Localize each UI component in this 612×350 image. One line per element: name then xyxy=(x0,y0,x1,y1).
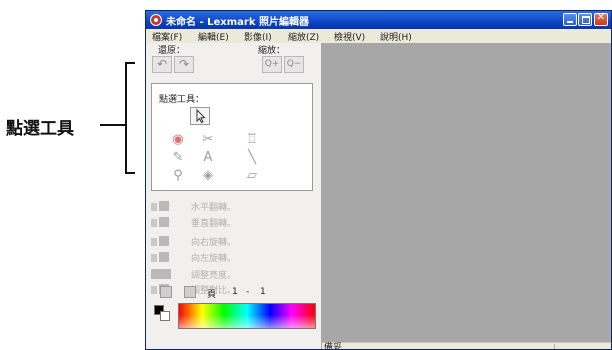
text-icon: A xyxy=(203,150,213,165)
menu-file[interactable]: 檔案(F) xyxy=(152,30,182,43)
rotate-right-option[interactable]: 向右旋轉。 xyxy=(151,234,311,248)
menu-help[interactable]: 說明(H) xyxy=(380,30,412,43)
minimize-button[interactable] xyxy=(563,13,577,26)
contrast-option[interactable]: 調整對比。 xyxy=(151,282,311,296)
option-label: 垂直翻轉。 xyxy=(191,219,237,229)
option-label: 向左旋轉。 xyxy=(191,254,237,264)
flip-horizontal-icon xyxy=(151,201,173,211)
color-palette[interactable] xyxy=(178,303,316,329)
text-tool[interactable]: A xyxy=(198,150,218,166)
close-icon: ✕ xyxy=(596,12,606,23)
line-tool[interactable]: ╲ xyxy=(242,150,262,166)
tool-panel: 還原： 縮放： ↶ ↷ Q+ Q− 點選工具： ◉ ✂ ♖ ✎ A ╲ ⚲ ◈ … xyxy=(146,43,322,349)
eyedropper-tool[interactable]: ⚲ xyxy=(168,168,188,184)
red-eye-tool[interactable]: ◉ xyxy=(168,132,188,148)
menu-image[interactable]: 影像(I) xyxy=(244,30,272,43)
menu-view[interactable]: 檢視(V) xyxy=(334,30,365,43)
callout-label: 點選工具 xyxy=(6,119,74,139)
app-icon xyxy=(150,14,162,26)
zoom-in-icon: Q+ xyxy=(264,59,280,69)
option-label: 調整亮度。 xyxy=(191,271,237,281)
page-separator: - xyxy=(246,287,250,297)
eye-icon: ◉ xyxy=(172,132,184,147)
undo-button[interactable]: ↶ xyxy=(152,56,172,73)
callout-line xyxy=(100,124,126,126)
zoom-out-button[interactable]: Q− xyxy=(284,56,304,73)
menu-bar: 檔案(F) 編輯(E) 影像(I) 縮放(Z) 檢視(V) 說明(H) xyxy=(146,29,611,44)
flip-vertical-option[interactable]: 垂直翻轉。 xyxy=(151,215,311,229)
window-title: 未命名 - Lexmark 照片編輯器 xyxy=(166,17,309,28)
rotate-left-option[interactable]: 向左旋轉。 xyxy=(151,250,311,264)
next-page-button[interactable] xyxy=(184,286,196,298)
stamp-tool[interactable]: ♖ xyxy=(242,132,262,148)
zoom-out-icon: Q− xyxy=(286,59,302,69)
option-label: 水平翻轉。 xyxy=(191,203,237,213)
stamp-icon: ♖ xyxy=(246,132,258,147)
zoom-in-button[interactable]: Q+ xyxy=(262,56,282,73)
menu-zoom[interactable]: 縮放(Z) xyxy=(288,30,319,43)
pencil-icon: ✎ xyxy=(172,150,184,165)
redo-icon: ↷ xyxy=(178,57,190,71)
pointer-tool-button[interactable] xyxy=(190,107,210,125)
page-current: 1 xyxy=(232,287,238,297)
line-icon: ╲ xyxy=(248,150,256,165)
undo-icon: ↶ xyxy=(156,57,168,71)
status-segment xyxy=(554,344,605,349)
brightness-icon xyxy=(151,269,173,279)
rotate-left-icon xyxy=(151,252,173,262)
pencil-tool[interactable]: ✎ xyxy=(168,150,188,166)
select-tools-title: 點選工具： xyxy=(159,95,205,105)
image-canvas[interactable] xyxy=(322,43,611,342)
option-label: 向右旋轉。 xyxy=(191,238,237,248)
status-bar: 備妥 xyxy=(322,342,611,350)
redo-button[interactable]: ↷ xyxy=(174,56,194,73)
flip-vertical-icon xyxy=(151,217,173,227)
fill-tool[interactable]: ◈ xyxy=(198,168,218,184)
page-label: 頁 xyxy=(207,290,217,300)
callout-bracket xyxy=(125,62,135,174)
scissors-icon: ✂ xyxy=(202,132,214,147)
eyedropper-icon: ⚲ xyxy=(173,168,183,183)
color-swatches[interactable] xyxy=(154,305,172,325)
select-tools-panel: 點選工具： ◉ ✂ ♖ ✎ A ╲ ⚲ ◈ ▱ xyxy=(151,83,313,191)
menu-edit[interactable]: 編輯(E) xyxy=(198,30,229,43)
paint-bucket-icon: ◈ xyxy=(203,168,213,183)
maximize-button[interactable] xyxy=(578,13,592,26)
background-color-swatch[interactable] xyxy=(160,311,170,321)
eraser-tool[interactable]: ▱ xyxy=(242,168,262,184)
prev-page-button[interactable] xyxy=(160,286,172,298)
brightness-option[interactable]: 調整亮度。 xyxy=(151,267,311,281)
pointer-icon xyxy=(196,108,206,124)
crop-tool[interactable]: ✂ xyxy=(198,132,218,148)
eraser-icon: ▱ xyxy=(247,168,257,183)
title-bar[interactable]: 未命名 - Lexmark 照片編輯器 ✕ xyxy=(146,11,611,29)
zoom-label: 縮放： xyxy=(258,46,286,56)
app-window: 未命名 - Lexmark 照片編輯器 ✕ 檔案(F) 編輯(E) 影像(I) … xyxy=(145,10,612,350)
page-total: 1 xyxy=(260,287,266,297)
status-text: 備妥 xyxy=(324,343,343,350)
flip-horizontal-option[interactable]: 水平翻轉。 xyxy=(151,199,311,213)
undo-label: 還原： xyxy=(158,46,186,56)
close-button[interactable]: ✕ xyxy=(594,12,608,26)
rotate-right-icon xyxy=(151,236,173,246)
